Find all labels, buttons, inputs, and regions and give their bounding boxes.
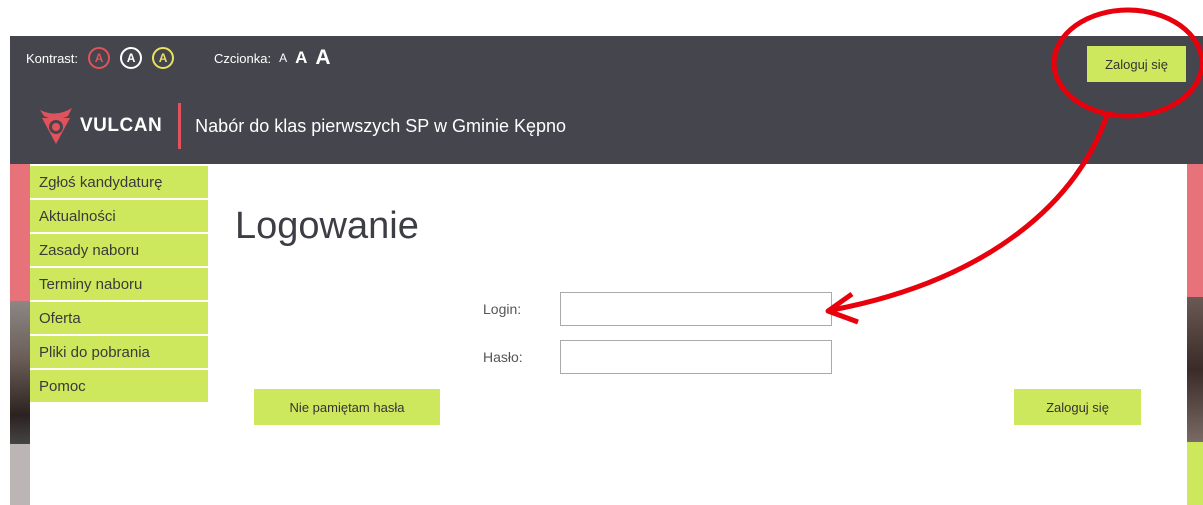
logo-text: VULCAN (80, 115, 163, 136)
forgot-password-button[interactable]: Nie pamiętam hasła (254, 389, 440, 425)
contrast-yellow-button[interactable]: A (152, 47, 175, 69)
contrast-white-button[interactable]: A (120, 47, 143, 69)
contrast-red-button[interactable]: A (88, 47, 111, 69)
left-decor-strip (10, 164, 30, 505)
accessibility-bar: Kontrast: A A A Czcionka: A A A (26, 45, 339, 71)
header-bar: Kontrast: A A A Czcionka: A A A Zaloguj … (10, 36, 1203, 164)
submit-login-button[interactable]: Zaloguj się (1014, 389, 1141, 425)
header-divider (178, 103, 182, 149)
password-input[interactable] (560, 340, 832, 374)
sidebar-item-pomoc[interactable]: Pomoc (30, 370, 208, 402)
login-input[interactable] (560, 292, 832, 326)
right-decor-strip (1187, 164, 1203, 505)
vulcan-logo-icon (40, 108, 72, 144)
sidebar-item-pliki-do-pobrania[interactable]: Pliki do pobrania (30, 336, 208, 368)
font-size-label: Czcionka: (214, 50, 272, 66)
sidebar-item-zglos-kandydature[interactable]: Zgłoś kandydaturę (30, 166, 208, 198)
brand: VULCAN Nabór do klas pierwszych SP w Gmi… (38, 103, 567, 149)
sidebar-item-aktualnosci[interactable]: Aktualności (30, 200, 208, 232)
login-label: Login: (483, 301, 522, 317)
font-large-button[interactable]: A (315, 46, 330, 70)
arrow-head-icon (825, 291, 859, 325)
sidebar-menu: Zgłoś kandydaturę Aktualności Zasady nab… (30, 166, 208, 404)
page-title: Logowanie (235, 205, 419, 247)
sidebar-item-oferta[interactable]: Oferta (30, 302, 208, 334)
app-title: Nabór do klas pierwszych SP w Gminie Kęp… (195, 115, 567, 136)
password-label: Hasło: (483, 349, 523, 365)
sidebar-item-zasady-naboru[interactable]: Zasady naboru (30, 234, 208, 266)
font-small-button[interactable]: A (279, 51, 287, 65)
sidebar-item-terminy-naboru[interactable]: Terminy naboru (30, 268, 208, 300)
header-login-button[interactable]: Zaloguj się (1087, 46, 1186, 82)
contrast-label: Kontrast: (26, 50, 79, 66)
font-medium-button[interactable]: A (295, 48, 307, 68)
